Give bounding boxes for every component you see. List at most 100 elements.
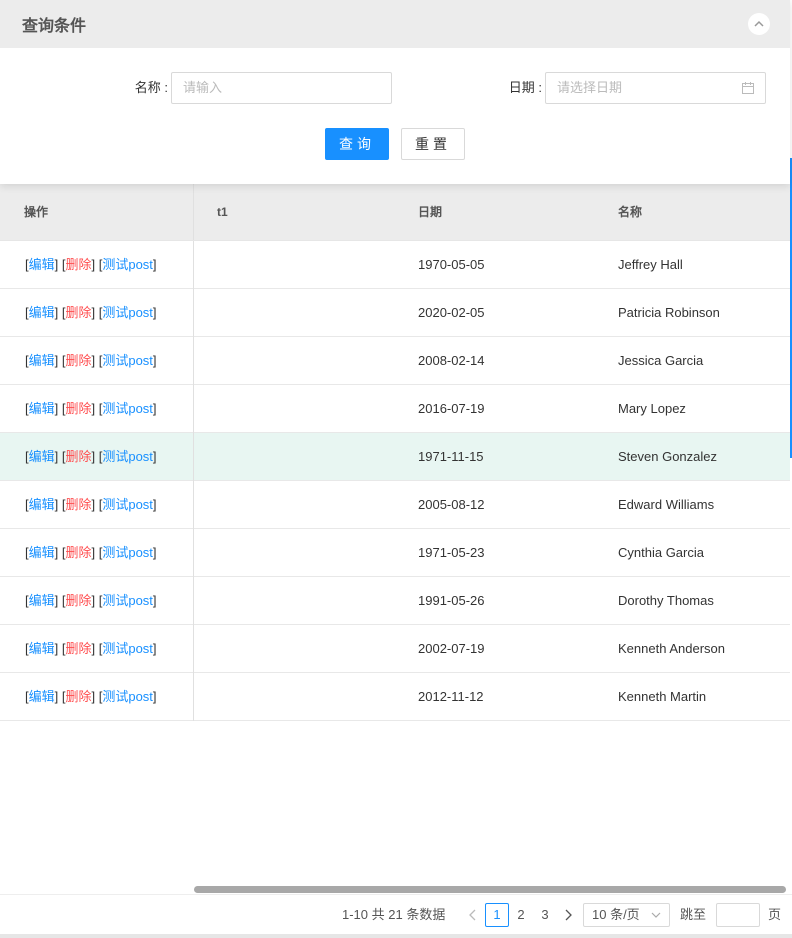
edit-link[interactable]: 编辑 — [29, 257, 55, 272]
header-op: 操作 — [0, 184, 194, 240]
cell-t1 — [194, 673, 418, 721]
test-post-link[interactable]: 测试post — [102, 401, 153, 416]
table-row[interactable]: [编辑] [删除] [测试post] 2016-07-19 Mary Lopez — [0, 384, 790, 433]
cell-t1 — [194, 577, 418, 625]
delete-link[interactable]: 删除 — [65, 689, 91, 704]
query-title: 查询条件 — [22, 18, 87, 35]
horizontal-scrollbar[interactable] — [194, 886, 786, 893]
table-row[interactable]: [编辑] [删除] [测试post] 2002-07-19 Kenneth Ande… — [0, 624, 790, 673]
chevron-left-icon — [469, 909, 476, 921]
test-post-link[interactable]: 测试post — [102, 641, 153, 656]
bracket: ] [ — [54, 448, 66, 464]
page-unit-label: 页 — [768, 907, 782, 922]
date-picker-input[interactable]: 请选择日期 — [545, 72, 766, 104]
test-post-link[interactable]: 测试post — [102, 545, 153, 560]
table-row[interactable]: [编辑] [删除] [测试post] 2012-11-12 Kenneth Mart… — [0, 672, 790, 721]
reset-button[interactable]: 重置 — [401, 128, 465, 160]
query-form-row: 名称 : 请输入 日期 : 请选择日期 — [0, 72, 790, 104]
delete-link[interactable]: 删除 — [65, 593, 91, 608]
jump-page-input[interactable] — [716, 903, 760, 927]
edit-link[interactable]: 编辑 — [29, 401, 55, 416]
delete-link[interactable]: 删除 — [65, 545, 91, 560]
cell-t1 — [194, 625, 418, 673]
delete-link[interactable]: 删除 — [65, 497, 91, 512]
bracket: ] — [152, 256, 157, 272]
test-post-link[interactable]: 测试post — [102, 257, 153, 272]
bracket: ] [ — [54, 400, 66, 416]
table-row[interactable]: [编辑] [删除] [测试post] 2005-08-12 Edward Willi… — [0, 480, 790, 529]
edit-link[interactable]: 编辑 — [29, 449, 55, 464]
row-actions: [编辑] [删除] [测试post] — [0, 624, 194, 673]
test-post-link[interactable]: 测试post — [102, 593, 153, 608]
collapse-button[interactable] — [748, 13, 770, 35]
row-actions: [编辑] [删除] [测试post] — [0, 288, 194, 337]
row-actions: [编辑] [删除] [测试post] — [0, 432, 194, 481]
table-body: [编辑] [删除] [测试post] 1970-05-05 Jeffrey Hall… — [0, 240, 790, 721]
bracket: ] [ — [54, 256, 66, 272]
date-label: 日期 : — [508, 80, 542, 95]
bracket: ] — [152, 304, 157, 320]
test-post-link[interactable]: 测试post — [102, 305, 153, 320]
cell-date: 2016-07-19 — [418, 400, 485, 416]
delete-link[interactable]: 删除 — [65, 257, 91, 272]
bottom-border — [0, 934, 792, 938]
prev-page-button[interactable] — [466, 903, 480, 927]
page-1-button[interactable]: 1 — [485, 903, 509, 927]
query-panel: 查询条件 名称 : 请输入 日期 : 请选择日期 查询 重置 — [0, 0, 790, 184]
name-input[interactable]: 请输入 — [171, 72, 392, 104]
next-page-button[interactable] — [561, 903, 575, 927]
chevron-down-icon — [651, 912, 661, 918]
query-header: 查询条件 — [0, 0, 790, 48]
cell-date: 2005-08-12 — [418, 496, 485, 512]
jump-label: 跳至 — [680, 907, 707, 922]
table-header: 操作 t1 日期 名称 — [0, 184, 790, 241]
page-size-select[interactable]: 10 条/页 — [583, 903, 670, 927]
test-post-link[interactable]: 测试post — [102, 353, 153, 368]
cell-date: 1970-05-05 — [418, 256, 485, 272]
delete-link[interactable]: 删除 — [65, 449, 91, 464]
divider — [0, 894, 792, 895]
table-row[interactable]: [编辑] [删除] [测试post] 1991-05-26 Dorothy Thom… — [0, 576, 790, 625]
cell-t1 — [194, 481, 418, 529]
page-2-button[interactable]: 2 — [509, 903, 533, 927]
bracket: ] — [152, 640, 157, 656]
test-post-link[interactable]: 测试post — [102, 497, 153, 512]
bracket: ] — [152, 448, 157, 464]
bracket: ] [ — [54, 304, 66, 320]
page-3-button[interactable]: 3 — [533, 903, 557, 927]
edit-link[interactable]: 编辑 — [29, 689, 55, 704]
edit-link[interactable]: 编辑 — [29, 593, 55, 608]
bracket: ] [ — [91, 256, 103, 272]
cell-t1 — [194, 385, 418, 433]
edit-link[interactable]: 编辑 — [29, 353, 55, 368]
edit-link[interactable]: 编辑 — [29, 641, 55, 656]
cell-t1 — [194, 433, 418, 481]
cell-date: 2002-07-19 — [418, 640, 485, 656]
bracket: ] [ — [91, 448, 103, 464]
delete-link[interactable]: 删除 — [65, 305, 91, 320]
edit-link[interactable]: 编辑 — [29, 545, 55, 560]
edit-link[interactable]: 编辑 — [29, 305, 55, 320]
delete-link[interactable]: 删除 — [65, 353, 91, 368]
test-post-link[interactable]: 测试post — [102, 449, 153, 464]
bracket: ] [ — [91, 304, 103, 320]
pagination: 1-10 共 21 条数据 1 2 3 10 条/页 跳至 页 — [0, 903, 792, 927]
cell-date: 2012-11-12 — [418, 688, 484, 704]
table-row[interactable]: [编辑] [删除] [测试post] 1971-11-15 Steven Gonza… — [0, 432, 790, 481]
cell-name: Jeffrey Hall — [618, 256, 683, 272]
table-row[interactable]: [编辑] [删除] [测试post] 2020-02-05 Patricia Rob… — [0, 288, 790, 337]
calendar-icon — [742, 82, 754, 94]
row-actions: [编辑] [删除] [测试post] — [0, 528, 194, 577]
query-button[interactable]: 查询 — [325, 128, 389, 160]
table-row[interactable]: [编辑] [删除] [测试post] 2008-02-14 Jessica Garc… — [0, 336, 790, 385]
table-row[interactable]: [编辑] [删除] [测试post] 1970-05-05 Jeffrey Hall — [0, 240, 790, 289]
header-date: 日期 — [418, 205, 443, 219]
bracket: ] [ — [54, 688, 66, 704]
delete-link[interactable]: 删除 — [65, 401, 91, 416]
edit-link[interactable]: 编辑 — [29, 497, 55, 512]
cell-name: Kenneth Anderson — [618, 640, 725, 656]
delete-link[interactable]: 删除 — [65, 641, 91, 656]
test-post-link[interactable]: 测试post — [102, 689, 153, 704]
table-row[interactable]: [编辑] [删除] [测试post] 1971-05-23 Cynthia Garc… — [0, 528, 790, 577]
cell-t1 — [194, 337, 418, 385]
